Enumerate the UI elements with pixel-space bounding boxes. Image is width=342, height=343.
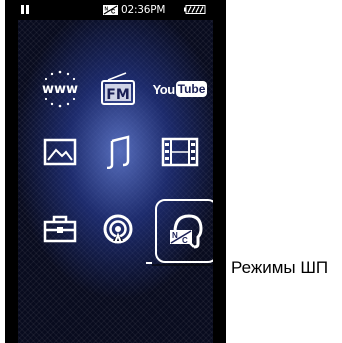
- youtube-icon: You Tube: [153, 81, 208, 97]
- fm-label: FM: [106, 87, 130, 103]
- svg-text:www: www: [42, 82, 78, 97]
- youtube-logo-tube: Tube: [175, 81, 208, 97]
- youtube-tile[interactable]: You Tube: [153, 68, 208, 110]
- podcast-icon: [103, 214, 133, 244]
- noise-cancel-icon: C N: [103, 5, 118, 15]
- www-tile[interactable]: www: [35, 68, 85, 110]
- fm-radio-icon: FM: [101, 72, 135, 105]
- settings-toolbox-icon: [43, 215, 77, 243]
- svg-text:C: C: [111, 10, 116, 16]
- battery-icon: [184, 5, 206, 14]
- status-bar: C N 02:36PM: [18, 0, 213, 20]
- photo-icon: [43, 138, 77, 166]
- pause-icon: [21, 5, 29, 14]
- podcast-tile[interactable]: [93, 208, 143, 250]
- svg-text:N: N: [105, 7, 109, 13]
- video-icon: [161, 137, 199, 167]
- music-icon: [106, 135, 130, 169]
- callout-label: Режимы ШП: [231, 258, 329, 277]
- photo-tile[interactable]: [35, 131, 85, 173]
- video-tile[interactable]: [155, 131, 205, 173]
- home-screen: C N 02:36PM www FM You Tube N C: [18, 0, 213, 343]
- settings-tile[interactable]: [35, 208, 85, 250]
- selection-highlight: [155, 199, 213, 263]
- device-frame: C N 02:36PM www FM You Tube N C: [5, 0, 226, 343]
- fm-radio-tile[interactable]: FM: [93, 68, 143, 110]
- music-tile[interactable]: [93, 131, 143, 173]
- www-icon: www: [42, 70, 78, 108]
- youtube-logo-you: You: [152, 81, 176, 97]
- clock: 02:36PM: [121, 4, 166, 16]
